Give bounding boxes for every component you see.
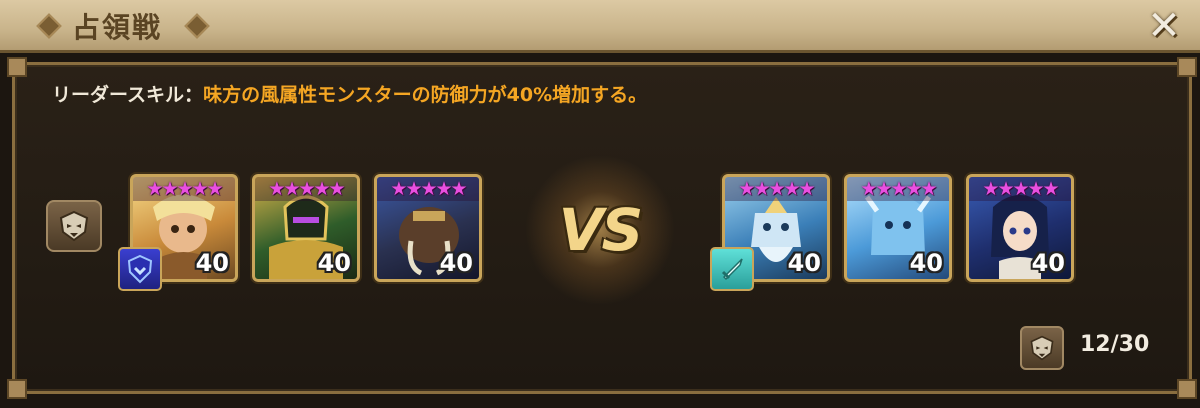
monster-level: 40 <box>195 249 229 277</box>
monster-level: 40 <box>909 249 943 277</box>
monster-level: 40 <box>439 249 473 277</box>
monster-card[interactable]: ★★★★★ 40 <box>966 174 1074 282</box>
star-rating: ★★★★★ <box>133 177 235 201</box>
leader-badge <box>118 247 162 291</box>
monster-mask-icon <box>59 210 89 242</box>
leader-skill-text: 味方の風属性モンスターの防御力が40%増加する。 <box>203 84 648 106</box>
close-button[interactable]: ✕ <box>1144 3 1184 49</box>
monster-card[interactable]: ★★★★★ 40 <box>374 174 482 282</box>
star-rating: ★★★★★ <box>255 177 357 201</box>
versus-emblem: VS <box>520 155 680 305</box>
leader-skill-label: リーダースキル： <box>52 84 204 106</box>
corner-ornament-icon <box>1177 57 1197 77</box>
close-icon: ✕ <box>1147 3 1181 49</box>
leader-badge <box>710 247 754 291</box>
leader-skill: リーダースキル：味方の風属性モンスターの防御力が40%増加する。 <box>52 80 647 107</box>
monster-card[interactable]: ★★★★★ 40 <box>844 174 952 282</box>
monster-level: 40 <box>317 249 351 277</box>
monster-level: 40 <box>787 249 821 277</box>
versus-text: VS <box>558 196 644 264</box>
corner-ornament-icon <box>7 379 27 399</box>
page-title: 占領戦 <box>72 11 163 44</box>
title-ornament-left-icon <box>36 13 62 39</box>
title-ornament-right-icon <box>184 13 210 39</box>
star-rating: ★★★★★ <box>377 177 479 201</box>
title-bar: 占領戦 ✕ <box>0 0 1200 53</box>
sword-badge-icon <box>721 258 743 281</box>
corner-ornament-icon <box>1177 379 1197 399</box>
star-rating: ★★★★★ <box>725 177 827 201</box>
monster-mask-icon <box>1030 335 1054 361</box>
monster-card[interactable]: ★★★★★ 40 <box>252 174 360 282</box>
monster-list-button[interactable] <box>46 200 102 252</box>
counter-button[interactable] <box>1020 326 1064 370</box>
monster-level: 40 <box>1031 249 1065 277</box>
shield-badge-icon <box>127 254 153 284</box>
attempt-counter: 12/30 <box>1080 332 1150 357</box>
corner-ornament-icon <box>7 57 27 77</box>
star-rating: ★★★★★ <box>847 177 949 201</box>
star-rating: ★★★★★ <box>969 177 1071 201</box>
